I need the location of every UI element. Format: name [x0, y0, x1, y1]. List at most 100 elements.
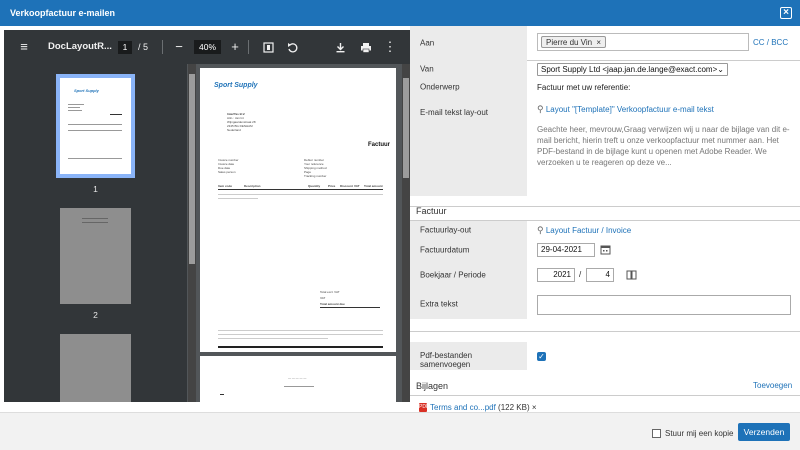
thumbnail-scrollbar[interactable]: [188, 64, 196, 402]
thumb-logo: Sport Supply: [74, 88, 99, 93]
zoom-in-icon[interactable]: +: [227, 30, 243, 64]
fit-page-icon[interactable]: [260, 30, 276, 64]
cc-bcc-link[interactable]: CC / BCC: [753, 38, 788, 47]
extra-tekst-label-cell: Extra tekst: [410, 289, 527, 319]
attachment-item: Terms and co...pdf (122 KB) ×: [430, 403, 537, 412]
send-copy-label: Stuur mij een kopie: [665, 429, 734, 438]
invoice-total-label: VAT: [320, 296, 326, 300]
send-button[interactable]: Verzenden: [738, 423, 790, 441]
remove-attachment-icon[interactable]: ×: [532, 403, 537, 412]
section-divider: [410, 395, 800, 396]
page-scrollbar[interactable]: [402, 64, 410, 402]
invoice-col-header: Description: [244, 184, 261, 188]
page-thumbnail-3[interactable]: [60, 334, 131, 402]
extra-tekst-label: Extra tekst: [420, 299, 458, 309]
dialog-title: Verkoopfactuur e-mailen: [10, 8, 116, 18]
invoice-date-input[interactable]: 29-04-2021: [537, 243, 595, 257]
factuurlayout-link-wrap[interactable]: ⚲ Layout Factuur / Invoice: [537, 225, 631, 236]
factuurdatum-label: Factuurdatum: [420, 245, 470, 255]
subject-value: Factuur met uw referentie:: [537, 83, 631, 92]
download-icon[interactable]: [332, 30, 348, 64]
boekjaar-label: Boekjaar / Periode: [420, 270, 486, 280]
thumb-line: [68, 158, 122, 159]
recipient-input[interactable]: Pierre du Vin ×: [537, 33, 749, 51]
zoom-level-input[interactable]: 40%: [194, 40, 221, 54]
invoice-heading: Factuur: [368, 142, 391, 148]
bijlagen-section-title: Bijlagen: [416, 381, 449, 391]
boekjaar-label-cell: Boekjaar / Periode: [410, 261, 527, 289]
pdf-merge-label-1: Pdf-bestanden: [420, 351, 473, 360]
factuurdatum-row: Factuurdatum 29-04-2021: [410, 239, 800, 261]
page-thumbnail-1[interactable]: Sport Supply: [56, 74, 135, 178]
thumb-line: [68, 107, 80, 108]
email-layout-link-wrap[interactable]: ⚲ Layout "[Template]" Verkoopfactuur e-m…: [537, 104, 714, 115]
thumb-line: [68, 130, 122, 131]
thumb-line: [110, 114, 122, 115]
invoice-meta-label: Tracking number: [304, 174, 327, 178]
dialog-title-bar: Verkoopfactuur e-mailen ×: [0, 0, 800, 26]
onderwerp-row: Onderwerp Factuur met uw referentie:: [410, 78, 800, 96]
row-divider: [410, 331, 800, 332]
invoice-rule: [218, 189, 383, 190]
sport-supply-logo: Sport Supply: [214, 82, 258, 89]
invoice-total-label: Total amount due: [320, 302, 345, 306]
attachment-size: (122 KB): [498, 403, 530, 412]
scrollbar-thumb[interactable]: [189, 74, 195, 264]
boekjaar-input[interactable]: 2021: [537, 268, 575, 282]
calendar-icon[interactable]: [600, 244, 611, 257]
thumb-line: [82, 222, 108, 223]
aan-label: Aan: [420, 38, 435, 48]
extra-text-textarea[interactable]: [537, 295, 791, 315]
recipient-chip[interactable]: Pierre du Vin ×: [541, 36, 607, 48]
sender-select[interactable]: Sport Supply Ltd <jaap.jan.de.lange@exac…: [537, 63, 728, 76]
email-layout-link[interactable]: Layout "[Template]" Verkoopfactuur e-mai…: [546, 105, 714, 114]
periode-input[interactable]: 4: [586, 268, 614, 282]
more-options-icon[interactable]: ⋮: [382, 30, 398, 64]
email-layout-label-cell: E-mail tekst lay-out: [410, 96, 527, 196]
search-icon: ⚲: [537, 225, 544, 235]
page2-line: — — — — —: [288, 376, 307, 380]
book-icon[interactable]: [626, 270, 637, 282]
invoice-footer-line: [218, 334, 383, 335]
page-thumbnail-2[interactable]: [60, 208, 131, 304]
aan-row: Aan Pierre du Vin × CC / BCC: [410, 26, 800, 60]
recipient-name: Pierre du Vin: [546, 38, 593, 47]
thumb-line: [68, 104, 84, 105]
page2-rule: [284, 386, 314, 387]
attachment-link[interactable]: Terms and co...pdf: [430, 403, 496, 412]
email-body-preview: Geachte heer, mevrouw,Graag verwijzen wi…: [537, 125, 790, 167]
toolbar-divider: [162, 40, 163, 54]
factuurlayout-row: Factuurlay-out ⚲ Layout Factuur / Invoic…: [410, 221, 800, 239]
invoice-col-header: Total amount: [364, 184, 383, 188]
pdf-merge-checkbox[interactable]: ✓: [537, 352, 546, 361]
pdf-merge-row: Pdf-bestanden samenvoegen ✓: [410, 342, 800, 370]
zoom-out-icon[interactable]: −: [171, 30, 187, 64]
chevron-down-icon: ⌄: [717, 65, 724, 74]
remove-recipient-icon[interactable]: ×: [596, 38, 601, 47]
invoice-col-header: Price: [328, 184, 336, 188]
invoice-page-1: Sport Supply InterPas B.V. Attn.: Jan In…: [200, 68, 396, 352]
invoice-col-header: Quantity: [308, 184, 321, 188]
send-copy-checkbox[interactable]: [652, 429, 661, 438]
email-layout-label: E-mail tekst lay-out: [420, 108, 489, 117]
toolbar-divider: [248, 40, 249, 54]
document-title: DocLayoutR...: [48, 41, 112, 52]
row-divider: [410, 206, 800, 207]
thumb-line: [68, 110, 82, 111]
pdf-toolbar: ≡ DocLayoutR... 1 / 5 − 40% + ⋮: [4, 30, 410, 64]
invoice-total-label: Total excl. VAT: [320, 290, 340, 294]
close-icon[interactable]: ×: [780, 7, 792, 19]
factuurlayout-link[interactable]: Layout Factuur / Invoice: [546, 226, 631, 235]
van-row: Van Sport Supply Ltd <jaap.jan.de.lange@…: [410, 60, 800, 78]
search-icon: ⚲: [537, 104, 544, 114]
scrollbar-thumb[interactable]: [403, 78, 409, 178]
rotate-icon[interactable]: [284, 30, 300, 64]
factuurlayout-label: Factuurlay-out: [420, 225, 472, 235]
factuur-section-title: Factuur: [416, 206, 447, 216]
menu-icon[interactable]: ≡: [16, 30, 32, 64]
invoice-page-2: — — — — —: [200, 356, 396, 402]
onderwerp-label: Onderwerp: [420, 82, 460, 92]
page-number-input[interactable]: 1: [118, 41, 132, 54]
add-attachment-link[interactable]: Toevoegen: [753, 381, 792, 390]
print-icon[interactable]: [358, 30, 374, 64]
